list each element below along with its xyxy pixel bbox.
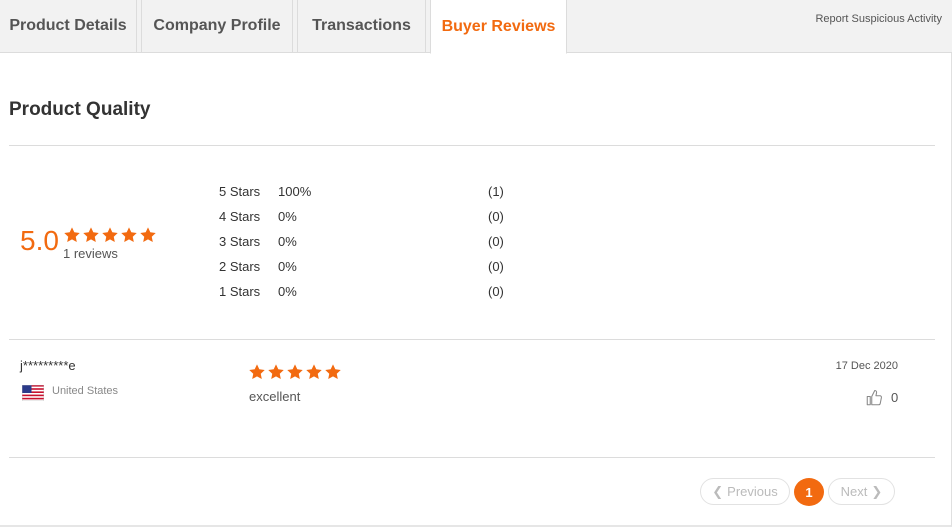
star-icon	[140, 227, 156, 243]
star-icon	[306, 364, 322, 380]
rating-percent: 0%	[278, 259, 297, 274]
star-icon	[64, 227, 80, 243]
reviewer-name: j*********e	[20, 358, 76, 373]
next-page-button[interactable]: Next ❯	[828, 478, 895, 505]
rating-label: 1 Stars	[219, 284, 261, 299]
report-suspicious-activity-link[interactable]: Report Suspicious Activity	[815, 13, 942, 25]
rating-count: (0)	[488, 284, 504, 299]
section-title: Product Quality	[9, 99, 151, 120]
thumbs-up-icon[interactable]	[865, 389, 883, 407]
review-date: 17 Dec 2020	[835, 360, 898, 372]
tab-transactions[interactable]: Transactions	[297, 0, 426, 53]
reviews-panel: Product Quality 5.0 1 reviews 5 Stars 10…	[0, 53, 952, 527]
rating-percent: 100%	[278, 184, 312, 199]
rating-count: (0)	[488, 259, 504, 274]
star-icon	[102, 227, 118, 243]
star-icon	[83, 227, 99, 243]
star-icon	[325, 364, 341, 380]
star-icon	[268, 364, 284, 380]
review-text: excellent	[249, 389, 301, 404]
divider	[9, 457, 935, 458]
page-1-button[interactable]: 1	[794, 478, 824, 506]
rating-row-2: 2 Stars 0% (0)	[219, 259, 519, 277]
rating-label: 2 Stars	[219, 259, 261, 274]
star-icon	[121, 227, 137, 243]
rating-count: (1)	[488, 184, 504, 199]
tab-label: Buyer Reviews	[441, 17, 556, 35]
rating-label: 4 Stars	[219, 209, 261, 224]
rating-label: 5 Stars	[219, 184, 261, 199]
rating-percent: 0%	[278, 284, 297, 299]
tab-buyer-reviews[interactable]: Buyer Reviews	[430, 0, 567, 54]
reviewer-country: United States	[52, 385, 119, 397]
tab-product-details[interactable]: Product Details	[0, 0, 137, 53]
tab-label: Product Details	[9, 17, 127, 34]
rating-row-4: 4 Stars 0% (0)	[219, 209, 519, 227]
previous-label: Previous	[727, 484, 778, 499]
rating-row-5: 5 Stars 100% (1)	[219, 184, 519, 202]
rating-label: 3 Stars	[219, 234, 261, 249]
rating-percent: 0%	[278, 209, 297, 224]
previous-page-button[interactable]: ❮ Previous	[700, 478, 790, 505]
star-icon	[287, 364, 303, 380]
rating-row-1: 1 Stars 0% (0)	[219, 284, 519, 302]
review-stars	[248, 363, 342, 381]
rating-count: (0)	[488, 209, 504, 224]
average-rating: 5.0	[20, 225, 59, 256]
like-count: 0	[891, 390, 899, 405]
divider	[9, 145, 935, 146]
us-flag-icon	[22, 385, 44, 401]
tab-label: Company Profile	[153, 17, 281, 34]
tab-bar: Product Details Company Profile Transact…	[0, 0, 952, 54]
tab-label: Transactions	[312, 17, 411, 34]
rating-percent: 0%	[278, 234, 297, 249]
rating-row-3: 3 Stars 0% (0)	[219, 234, 519, 252]
chevron-right-icon: ❯	[871, 483, 883, 499]
chevron-left-icon: ❮	[712, 483, 724, 499]
tab-company-profile[interactable]: Company Profile	[141, 0, 293, 53]
average-stars	[63, 226, 157, 244]
rating-count: (0)	[488, 234, 504, 249]
divider	[9, 339, 935, 340]
star-icon	[249, 364, 265, 380]
next-label: Next	[840, 484, 868, 499]
reviews-count: 1 reviews	[63, 246, 118, 261]
